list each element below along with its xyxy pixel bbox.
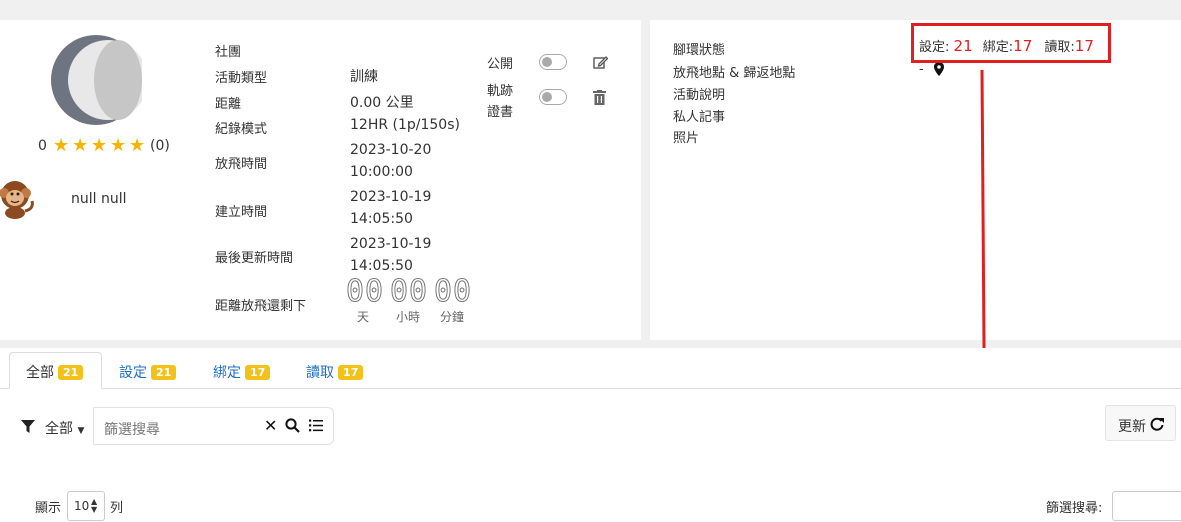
countdown-hours: 00 [389, 274, 429, 309]
tab-binding[interactable]: 綁定 17 [213, 362, 271, 382]
location-value: - [919, 62, 924, 77]
track-label-2: 證書 [487, 105, 514, 120]
created-time-time: 14:05:50 [350, 211, 413, 227]
distance-label: 距離 [215, 97, 242, 112]
refresh-label: 更新 [1118, 419, 1146, 435]
ring-counts: 設定: 21 綁定:17 讀取:17 [919, 36, 1094, 55]
monkey-avatar-icon [0, 181, 34, 219]
star-icon: ★ [91, 135, 108, 156]
refresh-icon [1150, 417, 1164, 431]
user-name: null null [71, 191, 127, 207]
photos-label: 照片 [673, 131, 700, 146]
unit-minutes: 分鐘 [440, 310, 465, 324]
search-icon[interactable] [285, 418, 300, 433]
tab-binding-badge: 17 [245, 365, 271, 380]
tab-setting-badge: 21 [151, 365, 177, 380]
page-size-value: 10 [74, 499, 90, 513]
setting-label: 設定: [919, 40, 950, 55]
caret-down-icon: ▼ [77, 426, 85, 436]
release-time-date: 2023-10-20 [350, 142, 432, 158]
track-label-1: 軌跡 [487, 84, 514, 99]
ring-status-label: 腳環狀態 [673, 43, 726, 58]
tab-reading-badge: 17 [338, 365, 364, 380]
reading-count: 17 [1074, 37, 1094, 55]
record-mode-value: 12HR (1p/150s) [350, 117, 460, 133]
clear-icon[interactable]: ✕ [264, 416, 277, 435]
star-icon: ★ [72, 135, 89, 156]
club-label: 社團 [215, 45, 242, 60]
tab-setting[interactable]: 設定 21 [119, 362, 177, 382]
rating-value: 0 [38, 138, 47, 154]
private-note-label: 私人記事 [673, 110, 726, 125]
track-toggle[interactable] [539, 89, 567, 105]
binding-label: 綁定: [982, 40, 1014, 55]
tab-all-label[interactable]: 全部 21 [26, 362, 84, 382]
search-input[interactable]: 篩選搜尋 [104, 419, 160, 439]
filter-dropdown[interactable]: 全部 ▼ [45, 418, 84, 438]
release-time-label: 放飛時間 [215, 157, 268, 172]
release-time-time: 10:00:00 [350, 164, 413, 180]
unit-hours: 小時 [396, 310, 421, 324]
show-label: 顯示 [35, 501, 62, 516]
filter-dropdown-label: 全部 [45, 421, 73, 437]
public-label: 公開 [487, 57, 514, 72]
activity-type-value: 訓練 [350, 69, 378, 85]
activity-desc-label: 活動說明 [673, 88, 726, 103]
filter-search-input[interactable] [1112, 491, 1181, 521]
caret-updown-icon: ▲ ▼ [91, 497, 98, 514]
distance-value: 0.00 公里 [350, 95, 414, 111]
unit-days: 天 [357, 310, 370, 324]
countdown-label: 距離放飛還剩下 [215, 299, 307, 314]
updated-time-date: 2023-10-19 [350, 236, 432, 252]
filter-search-label: 篩選搜尋: [1046, 501, 1103, 516]
release-return-label: 放飛地點 & 歸返地點 [673, 66, 796, 81]
tab-reading[interactable]: 讀取 17 [306, 362, 364, 382]
created-time-label: 建立時間 [215, 205, 268, 220]
rating-count: (0) [150, 138, 170, 154]
created-time-date: 2023-10-19 [350, 189, 432, 205]
star-icon: ★ [110, 135, 127, 156]
activity-type-label: 活動類型 [215, 71, 268, 86]
updated-time-label: 最後更新時間 [215, 251, 294, 266]
moon-logo-icon [51, 35, 142, 125]
rows-label: 列 [110, 501, 124, 516]
reading-label: 讀取: [1044, 40, 1075, 55]
record-mode-label: 紀錄模式 [215, 122, 268, 137]
public-toggle[interactable] [539, 54, 567, 70]
edit-icon[interactable] [593, 55, 608, 70]
tab-bar-border [0, 388, 1181, 389]
updated-time-time: 14:05:50 [350, 258, 413, 274]
list-icon[interactable] [309, 419, 323, 432]
binding-count: 17 [1013, 37, 1033, 55]
page-size-select[interactable]: 10 ▲ ▼ [67, 491, 105, 521]
tab-all-badge: 21 [58, 365, 84, 380]
star-icon: ★ [53, 135, 70, 156]
countdown-days: 00 [345, 274, 385, 309]
countdown-minutes: 00 [433, 274, 473, 309]
setting-count: 21 [953, 37, 973, 55]
trash-icon[interactable] [593, 90, 606, 105]
map-marker-icon [934, 62, 944, 76]
filter-icon [21, 420, 35, 433]
star-icon: ★ [129, 135, 146, 156]
